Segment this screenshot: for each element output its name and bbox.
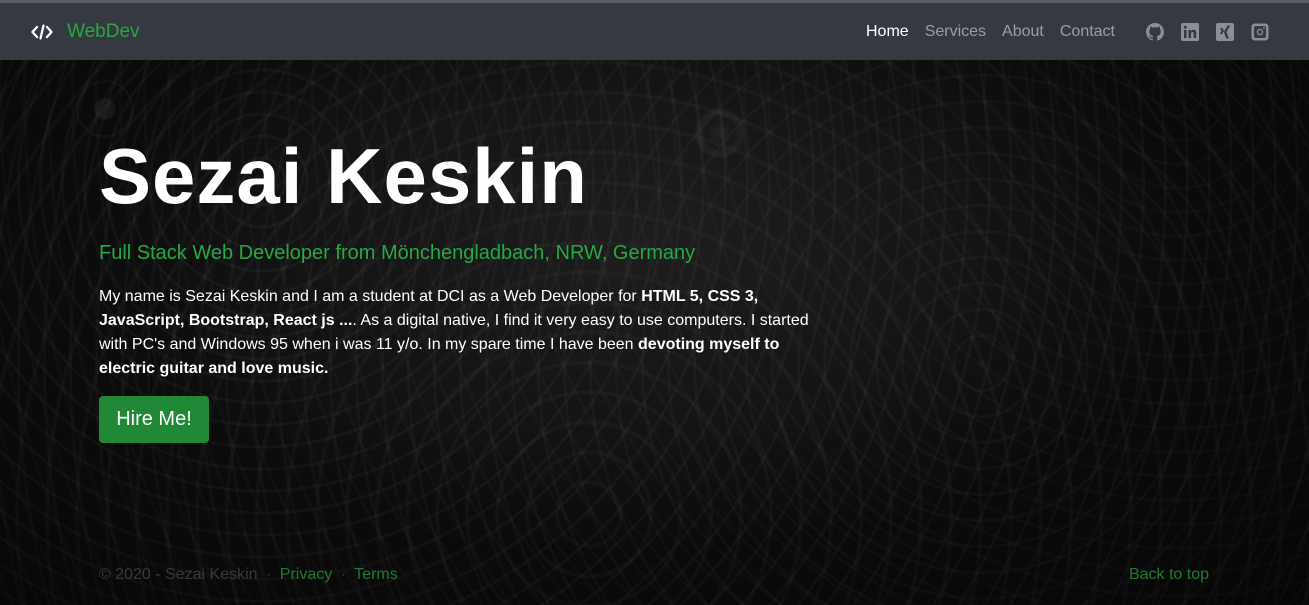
hero-text-part: My name is Sezai Keskin and I am a stude… <box>99 288 642 305</box>
back-to-top-link[interactable]: Back to top <box>1129 566 1209 584</box>
footer-left: © 2020 - Sezai Keskin · Privacy · Terms <box>99 566 398 584</box>
footer: © 2020 - Sezai Keskin · Privacy · Terms … <box>99 566 1209 590</box>
copyright-text: © 2020 - Sezai Keskin <box>99 566 258 583</box>
terms-link[interactable]: Terms <box>354 566 398 583</box>
hero-description: My name is Sezai Keskin and I am a stude… <box>99 285 815 381</box>
navbar: WebDev Home Services About Contact <box>0 3 1309 60</box>
nav-link-services[interactable]: Services <box>917 23 994 41</box>
footer-separator: · <box>266 566 272 583</box>
nav-link-contact[interactable]: Contact <box>1052 23 1123 41</box>
code-icon <box>31 23 53 40</box>
nav-links: Home Services About Contact <box>858 3 1123 60</box>
social-links <box>1145 3 1285 60</box>
hire-me-button[interactable]: Hire Me! <box>99 396 209 443</box>
instagram-icon[interactable] <box>1250 22 1270 42</box>
nav-link-about[interactable]: About <box>994 23 1052 41</box>
github-icon[interactable] <box>1145 22 1165 42</box>
brand-name: WebDev <box>67 20 140 42</box>
hero-subtitle: Full Stack Web Developer from Mönchengla… <box>99 242 696 264</box>
footer-separator: · <box>340 566 347 583</box>
privacy-link[interactable]: Privacy <box>280 566 332 583</box>
hero-title: Sezai Keskin <box>99 132 588 220</box>
nav-link-home[interactable]: Home <box>858 23 917 41</box>
xing-icon[interactable] <box>1215 22 1235 42</box>
brand-link[interactable]: WebDev <box>31 3 140 60</box>
page: WebDev Home Services About Contact Sezai… <box>0 0 1309 605</box>
linkedin-icon[interactable] <box>1180 22 1200 42</box>
